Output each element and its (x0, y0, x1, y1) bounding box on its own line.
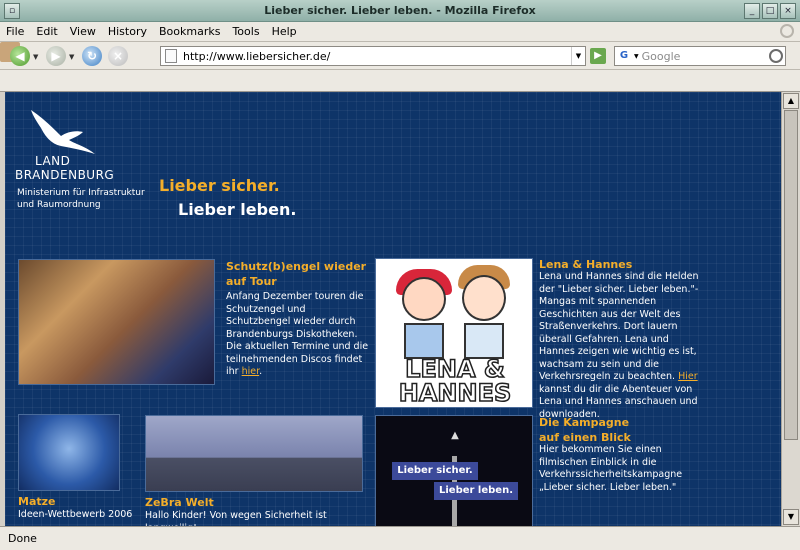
kampagne-sign-1: Lieber sicher. (392, 462, 478, 480)
window-title: Lieber sicher. Lieber leben. - Mozilla F… (264, 4, 536, 17)
logo-line-land: LAND (35, 154, 71, 168)
eagle-logo-icon (31, 110, 95, 154)
ministry-line-2: und Raumordnung (17, 200, 101, 210)
menu-bar: File Edit View History Bookmarks Tools H… (0, 22, 800, 42)
status-text: Done (8, 532, 37, 545)
kampagne-text: Hier bekommen Sie einen filmischen Einbl… (539, 444, 683, 493)
search-engine-dropdown-icon[interactable]: ▼ (634, 53, 639, 60)
scroll-thumb[interactable] (784, 110, 798, 440)
menu-view[interactable]: View (70, 25, 96, 38)
stop-icon: × (112, 49, 124, 63)
google-icon[interactable]: G (617, 49, 631, 63)
matze-image[interactable] (18, 414, 120, 491)
hannes-body-illustration (464, 323, 504, 359)
lena-hannes-link[interactable]: Hier (678, 371, 698, 382)
reload-button[interactable]: ↻ (82, 46, 102, 66)
navigation-toolbar: ◀ ▼ ▶ ▼ ↻ × http://www.liebersicher.de/ … (0, 42, 800, 70)
search-placeholder[interactable]: Google (642, 50, 681, 63)
page-icon (165, 49, 177, 63)
back-arrow-icon: ◀ (15, 49, 25, 63)
matze-title[interactable]: Matze (18, 494, 56, 509)
menu-edit[interactable]: Edit (36, 25, 57, 38)
slogan-line-1: Lieber sicher. (159, 176, 280, 195)
search-box[interactable]: G ▼ Google (614, 46, 786, 66)
back-history-dropdown[interactable]: ▼ (33, 53, 38, 61)
zebra-welt-image[interactable] (145, 415, 363, 492)
schutzengel-title[interactable]: Schutz(b)engel wieder auf Tour (226, 259, 376, 289)
forward-arrow-icon: ▶ (51, 49, 61, 63)
lena-hannes-body: Lena und Hannes sind die Helden der "Lie… (539, 271, 699, 382)
bookmarks-toolbar (0, 70, 800, 92)
minimize-button[interactable]: _ (744, 3, 760, 19)
page-content: LAND BRANDENBURG Ministerium für Infrast… (5, 92, 781, 526)
url-bar[interactable]: http://www.liebersicher.de/ ▼ (160, 46, 586, 66)
kampagne-title[interactable]: Die Kampagne auf einen Blick (539, 415, 649, 445)
brandenburg-eagle-small-icon: ▲ (451, 430, 459, 441)
lena-hannes-image-title: LENA & HANNES (398, 355, 512, 407)
logo-line-brandenburg: BRANDENBURG (15, 168, 115, 182)
ministry-line-1: Ministerium für Infrastruktur (17, 188, 145, 198)
lena-hannes-title[interactable]: Lena & Hannes (539, 257, 632, 272)
menu-tools[interactable]: Tools (232, 25, 259, 38)
status-bar: Done (0, 526, 800, 550)
stop-button[interactable]: × (108, 46, 128, 66)
menu-file[interactable]: File (6, 25, 24, 38)
kampagne-video-image[interactable]: ▲ Lieber sicher. Lieber leben. (375, 415, 533, 526)
close-button[interactable]: × (780, 3, 796, 19)
window-menu-button[interactable]: ▫ (4, 3, 20, 19)
hannes-face-illustration (462, 275, 506, 321)
zebra-welt-text: Hallo Kinder! Von wegen Sicherheit ist l… (145, 510, 327, 526)
matze-text: Ideen-Wettbewerb 2006 (18, 509, 133, 520)
reload-icon: ↻ (86, 49, 98, 63)
schutzengel-text: Anfang Dezember touren die Schutzengel u… (226, 291, 372, 379)
back-button[interactable]: ◀ (10, 46, 30, 66)
forward-button[interactable]: ▶ (46, 46, 66, 66)
lena-face-illustration (402, 277, 446, 321)
schutzengel-photo[interactable] (18, 259, 215, 385)
vertical-scrollbar[interactable]: ▲ ▼ (781, 92, 800, 526)
scroll-up-button[interactable]: ▲ (783, 93, 799, 109)
scroll-down-button[interactable]: ▼ (783, 509, 799, 525)
schutzengel-link[interactable]: hier (242, 366, 260, 377)
zebra-welt-title[interactable]: ZeBra Welt (145, 495, 214, 510)
lena-hannes-text: Lena und Hannes sind die Helden der "Lie… (539, 271, 699, 421)
throbber-icon (780, 24, 794, 38)
menu-bookmarks[interactable]: Bookmarks (159, 25, 220, 38)
search-icon[interactable] (769, 49, 783, 63)
menu-history[interactable]: History (108, 25, 147, 38)
schutzengel-body: Anfang Dezember touren die Schutzengel u… (226, 291, 369, 377)
slogan-line-2: Lieber leben. (178, 200, 297, 219)
lena-body-illustration (404, 323, 444, 359)
url-dropdown-icon[interactable]: ▼ (571, 47, 585, 65)
forward-history-dropdown[interactable]: ▼ (69, 53, 74, 61)
go-button[interactable]: ▶ (590, 48, 606, 64)
maximize-button[interactable]: □ (762, 3, 778, 19)
lena-hannes-image[interactable]: LENA & HANNES (375, 258, 533, 408)
menu-help[interactable]: Help (272, 25, 297, 38)
title-bar: ▫ Lieber sicher. Lieber leben. - Mozilla… (0, 0, 800, 22)
kampagne-sign-2: Lieber leben. (434, 482, 518, 500)
url-text[interactable]: http://www.liebersicher.de/ (183, 50, 330, 63)
schutzengel-period: . (259, 366, 263, 377)
